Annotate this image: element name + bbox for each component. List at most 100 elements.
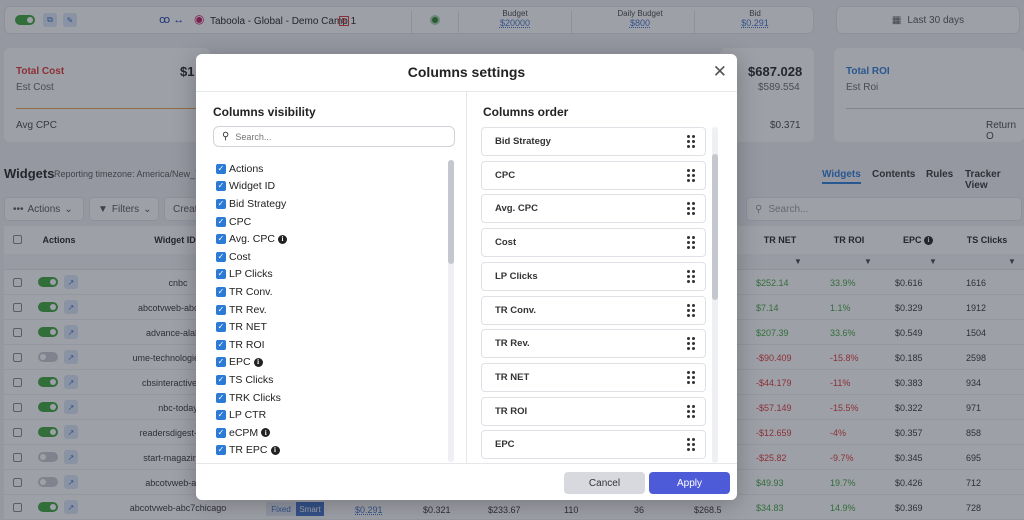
column-visibility-label: TR ROI [229, 338, 265, 351]
column-visibility-label: Avg. CPC [229, 233, 275, 246]
column-order-label: TR ROI [495, 405, 528, 417]
column-order-label: TR NET [495, 371, 530, 383]
column-visibility-checkbox[interactable]: ✓ [216, 339, 226, 350]
column-visibility-label: TR Rev. [229, 303, 267, 316]
column-visibility-checkbox[interactable]: ✓ [216, 163, 226, 174]
order-scrollbar-thumb[interactable] [712, 154, 718, 300]
column-visibility-checkbox[interactable]: ✓ [216, 427, 226, 438]
column-visibility-label: Cost [229, 250, 251, 263]
close-icon[interactable]: ✕ [713, 63, 727, 80]
column-visibility-checkbox[interactable]: ✓ [216, 304, 226, 315]
column-visibility-item[interactable]: ✓ TR ROI [216, 336, 444, 354]
column-visibility-item[interactable]: ✓ Cost [216, 248, 444, 266]
drag-handle-icon[interactable] [687, 168, 695, 182]
column-visibility-checkbox[interactable]: ✓ [216, 251, 226, 262]
column-visibility-item[interactable]: ✓ TR Conv. [216, 283, 444, 301]
column-visibility-label: TR NET [229, 321, 267, 334]
modal-title: Columns settings [407, 64, 526, 80]
column-order-item[interactable]: TR NET [481, 362, 706, 392]
column-visibility-item[interactable]: ✓ CPC [216, 213, 444, 231]
column-visibility-checkbox[interactable]: ✓ [216, 269, 226, 280]
column-visibility-checkbox[interactable]: ✓ [216, 445, 226, 456]
column-visibility-label: Bid Strategy [229, 197, 287, 210]
column-order-item[interactable]: Cost [481, 228, 706, 258]
drag-handle-icon[interactable] [687, 438, 695, 452]
column-visibility-label: CPC [229, 215, 252, 228]
column-visibility-item[interactable]: ✓ EPC i [216, 354, 444, 372]
column-visibility-label: eCPM [229, 426, 259, 439]
column-visibility-item[interactable]: ✓ Bid Strategy [216, 195, 444, 213]
info-icon: i [277, 234, 287, 244]
column-visibility-checkbox[interactable]: ✓ [216, 322, 226, 333]
column-order-item[interactable]: TR Conv. [481, 295, 706, 325]
info-icon: i [270, 445, 280, 455]
drag-handle-icon[interactable] [687, 135, 695, 148]
drag-handle-icon[interactable] [687, 202, 695, 216]
column-order-item[interactable]: Bid Strategy [481, 127, 706, 156]
column-order-item[interactable]: Avg. CPC [481, 194, 706, 224]
columns-order-list: Bid Strategy CPC Avg. CPC Cost LP Clicks TR C… [481, 127, 707, 463]
column-order-item[interactable]: CPC [481, 160, 706, 190]
apply-button[interactable]: Apply [649, 472, 730, 494]
column-visibility-label: LP Clicks [229, 268, 273, 281]
column-order-label: Bid Strategy [495, 136, 551, 147]
column-visibility-checkbox[interactable]: ✓ [216, 234, 226, 245]
column-visibility-item[interactable]: ✓ TRK Clicks [216, 389, 444, 407]
column-visibility-item[interactable]: ✓ LP Clicks [216, 266, 444, 284]
column-visibility-item[interactable]: ✓ TR NET [216, 318, 444, 336]
search-icon: ⚲ [222, 131, 230, 142]
column-order-label: EPC [495, 439, 515, 451]
column-visibility-item[interactable]: ✓ TR EPC i [216, 442, 444, 460]
column-visibility-item[interactable]: ✓ TR Rev. [216, 301, 444, 319]
visibility-scrollbar-thumb[interactable] [448, 160, 454, 264]
columns-search-field[interactable]: ⚲ [213, 126, 455, 147]
column-visibility-label: TS Clicks [229, 373, 274, 386]
column-visibility-label: TR EPC [229, 444, 268, 457]
column-visibility-label: Actions [229, 162, 264, 175]
column-visibility-label: TRK Clicks [229, 391, 281, 404]
column-visibility-label: LP CTR [229, 409, 267, 422]
drag-handle-icon[interactable] [687, 370, 695, 384]
visibility-scrollbar[interactable] [448, 160, 454, 462]
column-visibility-item[interactable]: ✓ Actions [216, 160, 444, 178]
column-visibility-item[interactable]: ✓ Widget ID [216, 178, 444, 196]
columns-settings-modal: Columns settings ✕ Columns visibility ⚲ … [196, 54, 737, 500]
order-scrollbar[interactable] [712, 127, 718, 463]
column-visibility-checkbox[interactable]: ✓ [216, 374, 226, 385]
column-order-item[interactable]: TR ROI [481, 396, 706, 426]
column-visibility-checkbox[interactable]: ✓ [216, 410, 226, 421]
column-visibility-checkbox[interactable]: ✓ [216, 216, 226, 227]
column-visibility-item[interactable]: ✓ eCPM i [216, 424, 444, 442]
column-visibility-checkbox[interactable]: ✓ [216, 181, 226, 192]
column-order-item[interactable]: LP Clicks [481, 261, 706, 291]
column-visibility-item[interactable]: ✓ Avg. CPC i [216, 230, 444, 248]
column-visibility-item[interactable]: ✓ TS Clicks [216, 371, 444, 389]
columns-search-input[interactable] [235, 131, 436, 142]
drag-handle-icon[interactable] [687, 236, 695, 250]
column-order-item[interactable]: TR Rev. [481, 329, 706, 359]
cancel-button[interactable]: Cancel [564, 472, 645, 494]
column-visibility-label: Widget ID [229, 180, 276, 193]
column-order-label: Avg. CPC [495, 203, 538, 215]
drag-handle-icon[interactable] [687, 269, 695, 283]
column-visibility-checkbox[interactable]: ✓ [216, 198, 226, 209]
column-order-label: LP Clicks [495, 270, 538, 282]
column-order-item[interactable]: EPC [481, 430, 706, 460]
column-visibility-item[interactable]: ✓ LP CTR [216, 406, 444, 424]
column-order-label: Cost [495, 237, 517, 249]
drag-handle-icon[interactable] [687, 404, 695, 418]
modal-footer: Cancel Apply [196, 463, 737, 500]
drag-handle-icon[interactable] [687, 337, 695, 351]
column-visibility-checkbox[interactable]: ✓ [216, 392, 226, 403]
column-visibility-checkbox[interactable]: ✓ [216, 357, 226, 368]
column-visibility-label: EPC [229, 356, 251, 369]
column-visibility-label: TR Conv. [229, 285, 273, 298]
info-icon: i [253, 357, 263, 367]
column-order-label: CPC [495, 169, 516, 181]
column-visibility-checkbox[interactable]: ✓ [216, 286, 226, 297]
columns-visibility-title: Columns visibility [213, 105, 316, 119]
info-icon: i [261, 428, 271, 438]
drag-handle-icon[interactable] [687, 303, 695, 317]
columns-order-title: Columns order [483, 105, 569, 119]
columns-visibility-list: ✓ Actions ✓ Widget ID ✓ Bid Strategy ✓ CPC ✓ Avg.… [216, 160, 444, 462]
